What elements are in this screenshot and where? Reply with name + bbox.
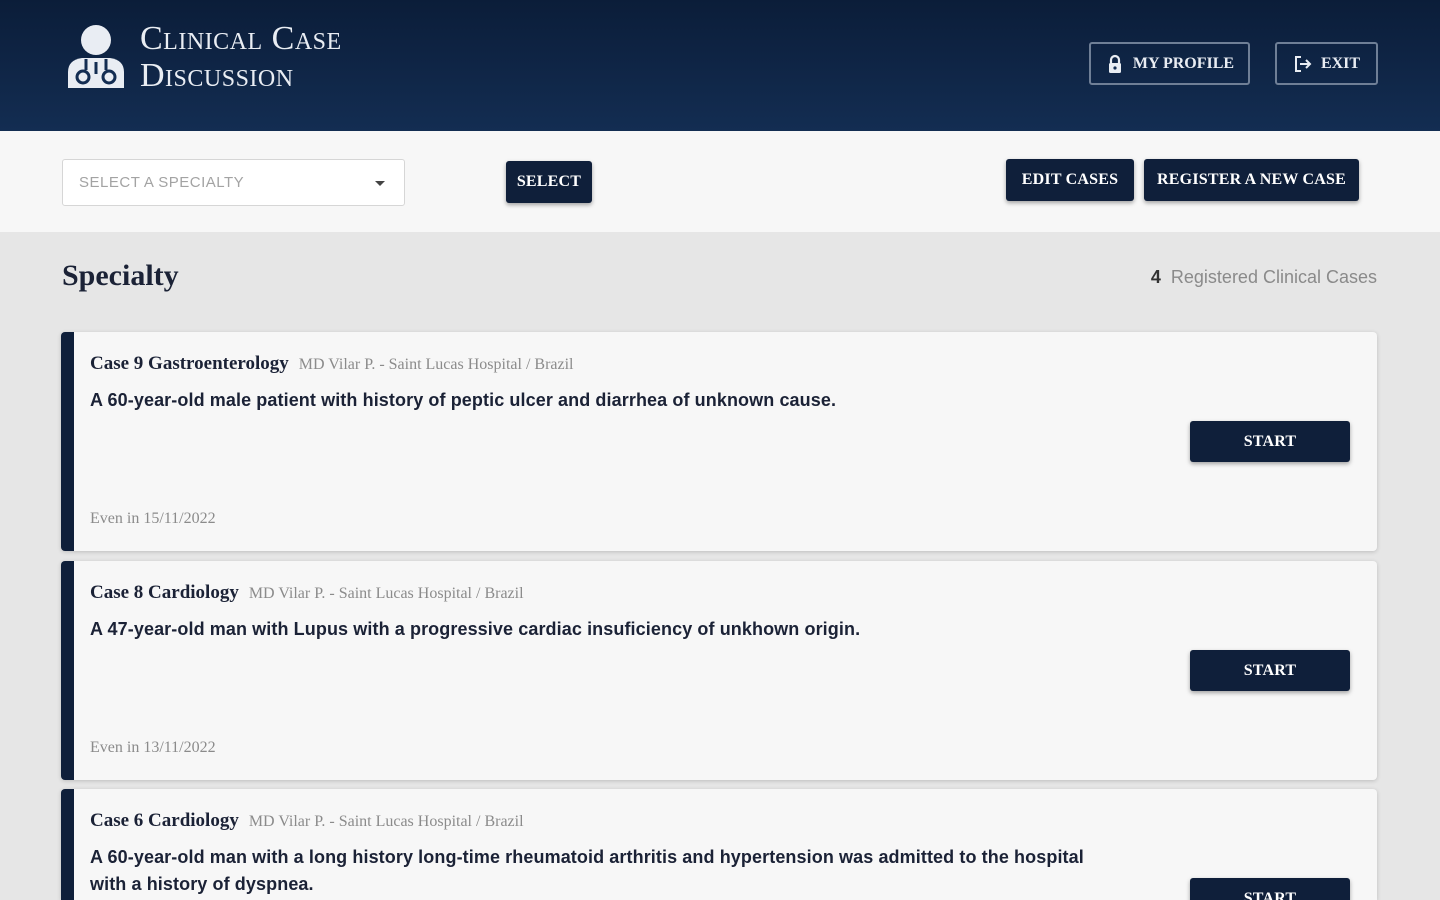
case-title: Case 8 Cardiology bbox=[90, 582, 239, 603]
case-count: 4 Registered Clinical Cases bbox=[1151, 267, 1377, 288]
app-title: Clinical Case Discussion bbox=[140, 20, 342, 94]
case-description: A 60-year-old man with a long history lo… bbox=[90, 847, 1084, 894]
start-button[interactable]: START bbox=[1190, 421, 1350, 462]
case-author: MD Vilar P. - Saint Lucas Hospital / Bra… bbox=[248, 585, 524, 602]
exit-label: EXIT bbox=[1320, 54, 1361, 72]
case-count-number: 4 bbox=[1150, 267, 1161, 287]
specialty-select[interactable]: SELECT A SPECIALTY bbox=[62, 159, 405, 206]
page-title: Specialty bbox=[62, 259, 179, 292]
sign-out-icon bbox=[1294, 55, 1312, 72]
register-new-case-button[interactable]: REGISTER A NEW CASE bbox=[1144, 159, 1359, 201]
app-title-line1: Clinical Case bbox=[140, 20, 342, 57]
case-description: A 60-year-old male patient with history … bbox=[90, 390, 837, 410]
case-date: Even in 15/11/2022 bbox=[90, 510, 216, 527]
app-header: Clinical Case Discussion MY PROFILE EXIT bbox=[0, 0, 1440, 131]
doctor-icon bbox=[68, 25, 124, 88]
case-description: A 47-year-old man with Lupus with a prog… bbox=[90, 619, 861, 639]
case-author: MD Vilar P. - Saint Lucas Hospital / Bra… bbox=[248, 813, 524, 830]
case-title: Case 6 Cardiology bbox=[90, 810, 239, 831]
lock-icon bbox=[1108, 54, 1121, 73]
app-title-line2: Discussion bbox=[140, 57, 294, 94]
case-card: Case 9 Gastroenterology MD Vilar P. - Sa… bbox=[61, 332, 1377, 551]
chevron-down-icon bbox=[375, 181, 385, 186]
case-count-label: Registered Clinical Cases bbox=[1170, 267, 1377, 287]
case-card: Case 6 Cardiology MD Vilar P. - Saint Lu… bbox=[61, 789, 1377, 900]
toolbar: SELECT A SPECIALTY SELECT EDIT CASES REG… bbox=[0, 131, 1440, 232]
my-profile-button[interactable]: MY PROFILE bbox=[1089, 42, 1250, 85]
my-profile-label: MY PROFILE bbox=[1132, 54, 1235, 72]
case-card: Case 8 Cardiology MD Vilar P. - Saint Lu… bbox=[61, 561, 1377, 780]
start-button[interactable]: START bbox=[1190, 650, 1350, 691]
start-button[interactable]: START bbox=[1190, 878, 1350, 900]
edit-cases-button[interactable]: EDIT CASES bbox=[1006, 159, 1134, 201]
case-title: Case 9 Gastroenterology bbox=[90, 353, 289, 374]
case-date: Even in 13/11/2022 bbox=[90, 739, 216, 756]
select-button[interactable]: SELECT bbox=[506, 161, 592, 203]
specialty-select-placeholder: SELECT A SPECIALTY bbox=[79, 174, 245, 191]
exit-button[interactable]: EXIT bbox=[1275, 42, 1378, 85]
case-author: MD Vilar P. - Saint Lucas Hospital / Bra… bbox=[298, 356, 574, 373]
